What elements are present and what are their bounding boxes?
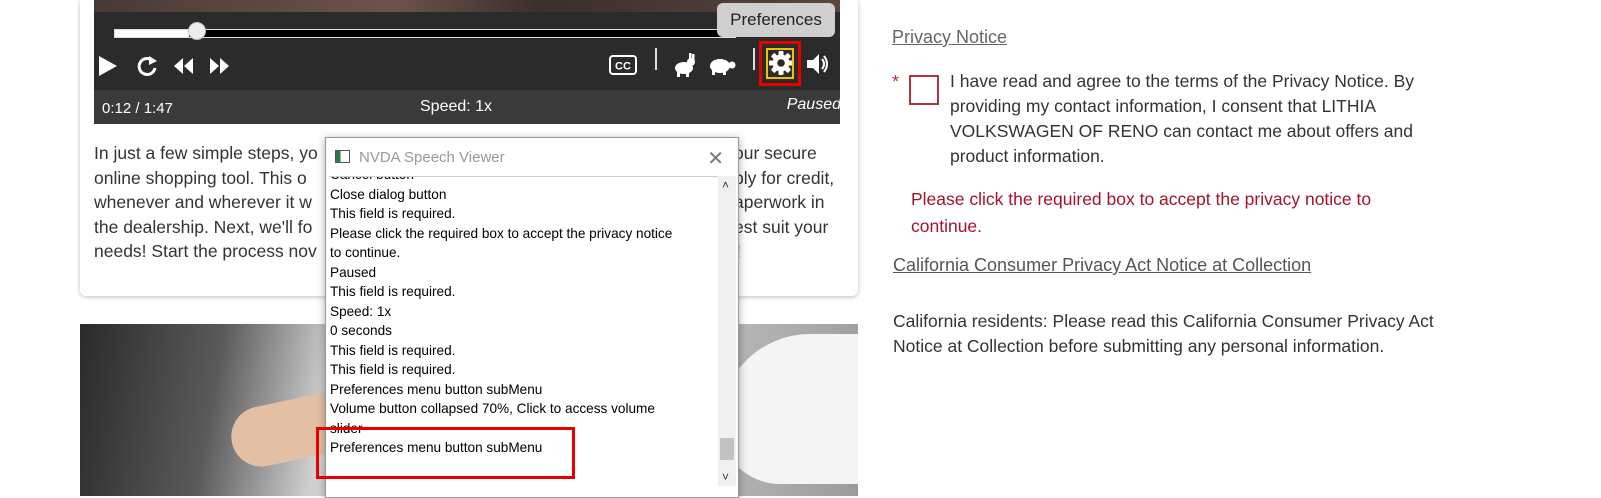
play-state: Paused [786, 96, 841, 113]
time-display: 0:12 / 1:47 [102, 100, 173, 117]
scroll-down-icon[interactable]: ˅ [722, 470, 729, 484]
car-image-part [720, 334, 858, 484]
scroll-thumb[interactable] [720, 438, 734, 460]
ccpa-notice-link[interactable]: California Consumer Privacy Act Notice a… [893, 255, 1311, 276]
intro-line-start: whenever and wherever it w [94, 192, 312, 212]
speech-log-line: This field is required. [330, 362, 456, 377]
replay-icon[interactable] [135, 54, 159, 78]
ccpa-paragraph: California residents: Please read this C… [893, 311, 1434, 356]
seek-slider[interactable] [114, 29, 736, 38]
speech-log-line: Close dialog button [330, 186, 447, 202]
privacy-notice-link[interactable]: Privacy Notice [892, 27, 1007, 48]
closed-captions-icon[interactable]: CC [609, 55, 637, 75]
speech-log-line: Please click the required box to accept … [330, 225, 673, 241]
speech-log-line: to continue. [330, 245, 401, 260]
cc-label: CC [615, 61, 631, 73]
nvda-scrollbar[interactable]: ˄ ˅ [718, 176, 736, 486]
control-separator [753, 48, 755, 70]
seek-progress [115, 30, 190, 37]
speech-log-line: Paused [330, 264, 377, 280]
keyboard-focus-ring [766, 48, 794, 79]
speech-log-line: Volume button collapsed 70%, Click to ac… [330, 401, 655, 416]
intro-line-start: the dealership. Next, we'll fo [94, 216, 313, 237]
close-icon[interactable]: ✕ [707, 146, 724, 171]
speech-log-line: This field is required. [330, 342, 456, 358]
intro-line-start: needs! Start the process nov [94, 241, 317, 261]
volume-icon[interactable] [805, 52, 831, 76]
nvda-title: NVDA Speech Viewer [359, 149, 505, 166]
rewind-icon[interactable] [172, 56, 196, 76]
scroll-up-icon[interactable]: ˄ [722, 178, 729, 192]
consent-label: I have read and agree to the terms of th… [950, 71, 1414, 166]
preferences-tooltip: Preferences [717, 3, 835, 37]
play-icon[interactable] [97, 54, 119, 78]
intro-line-end: est suit your [734, 216, 829, 237]
intro-line-start: online shopping tool. This o [94, 167, 307, 188]
intro-line-end: our secure [734, 143, 817, 163]
intro-line-end: ply for credit, [734, 167, 835, 188]
nvda-app-icon [335, 150, 350, 163]
intro-line-start: In just a few simple steps, yo [94, 143, 318, 163]
speech-log-line: This field is required. [330, 206, 456, 221]
faster-rabbit-icon[interactable] [669, 52, 697, 78]
speech-log-line: This field is required. [330, 284, 456, 299]
intro-line-end: aperwork in [734, 192, 825, 212]
speech-log-line: Cancel button [329, 177, 721, 185]
nvda-titlebar[interactable]: NVDA Speech Viewer ✕ [326, 138, 738, 176]
error-message: Please click the required box to accept … [911, 189, 1372, 236]
fast-forward-icon[interactable] [207, 56, 231, 76]
seek-handle[interactable] [188, 22, 206, 40]
speech-log-line: 0 seconds [330, 323, 392, 338]
announcement-highlight [316, 427, 575, 479]
speech-log-line: Speed: 1x [330, 303, 392, 319]
speed-display: Speed: 1x [420, 98, 493, 115]
privacy-consent-checkbox[interactable] [909, 75, 939, 105]
speech-log-line: Preferences menu button subMenu [330, 381, 543, 397]
required-mark: * [892, 72, 900, 92]
slower-turtle-icon[interactable] [706, 54, 736, 76]
control-separator [655, 48, 657, 70]
